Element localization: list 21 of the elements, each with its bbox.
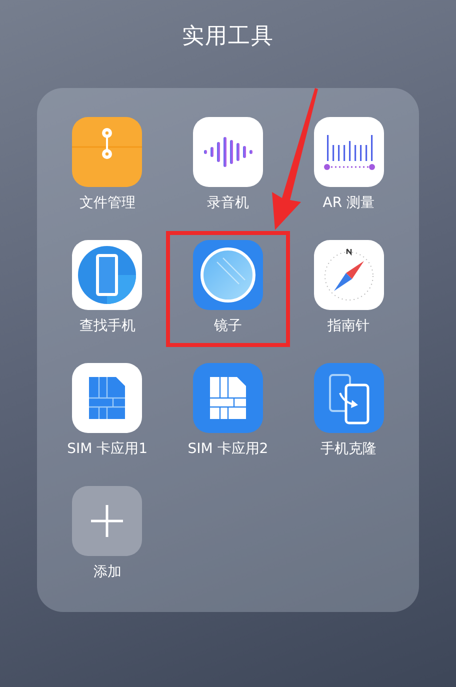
app-label: SIM 卡应用2 [188, 441, 268, 458]
app-label: 查找手机 [79, 318, 136, 335]
app-label: 手机克隆 [320, 441, 377, 458]
app-label: 文件管理 [79, 195, 136, 212]
folder-icon[interactable] [72, 117, 142, 187]
add-icon[interactable] [72, 486, 142, 556]
phone-transfer-icon[interactable] [314, 363, 384, 433]
app-label: 录音机 [206, 195, 249, 212]
phone-icon[interactable] [72, 240, 142, 310]
ruler-icon[interactable] [314, 117, 384, 187]
app-label: AR 测量 [322, 195, 375, 212]
compass-icon[interactable] [314, 240, 384, 310]
folder-title: 实用工具 [182, 23, 274, 51]
app-label: SIM 卡应用1 [67, 441, 148, 458]
app-label: 指南针 [328, 318, 370, 335]
sim-card-icon[interactable] [72, 363, 142, 433]
app-label: 镜子 [214, 318, 242, 335]
mirror-icon[interactable] [192, 240, 263, 310]
app-label: 添加 [93, 564, 122, 581]
sim-card-icon[interactable] [192, 363, 263, 433]
sound-wave-icon[interactable] [192, 117, 263, 187]
